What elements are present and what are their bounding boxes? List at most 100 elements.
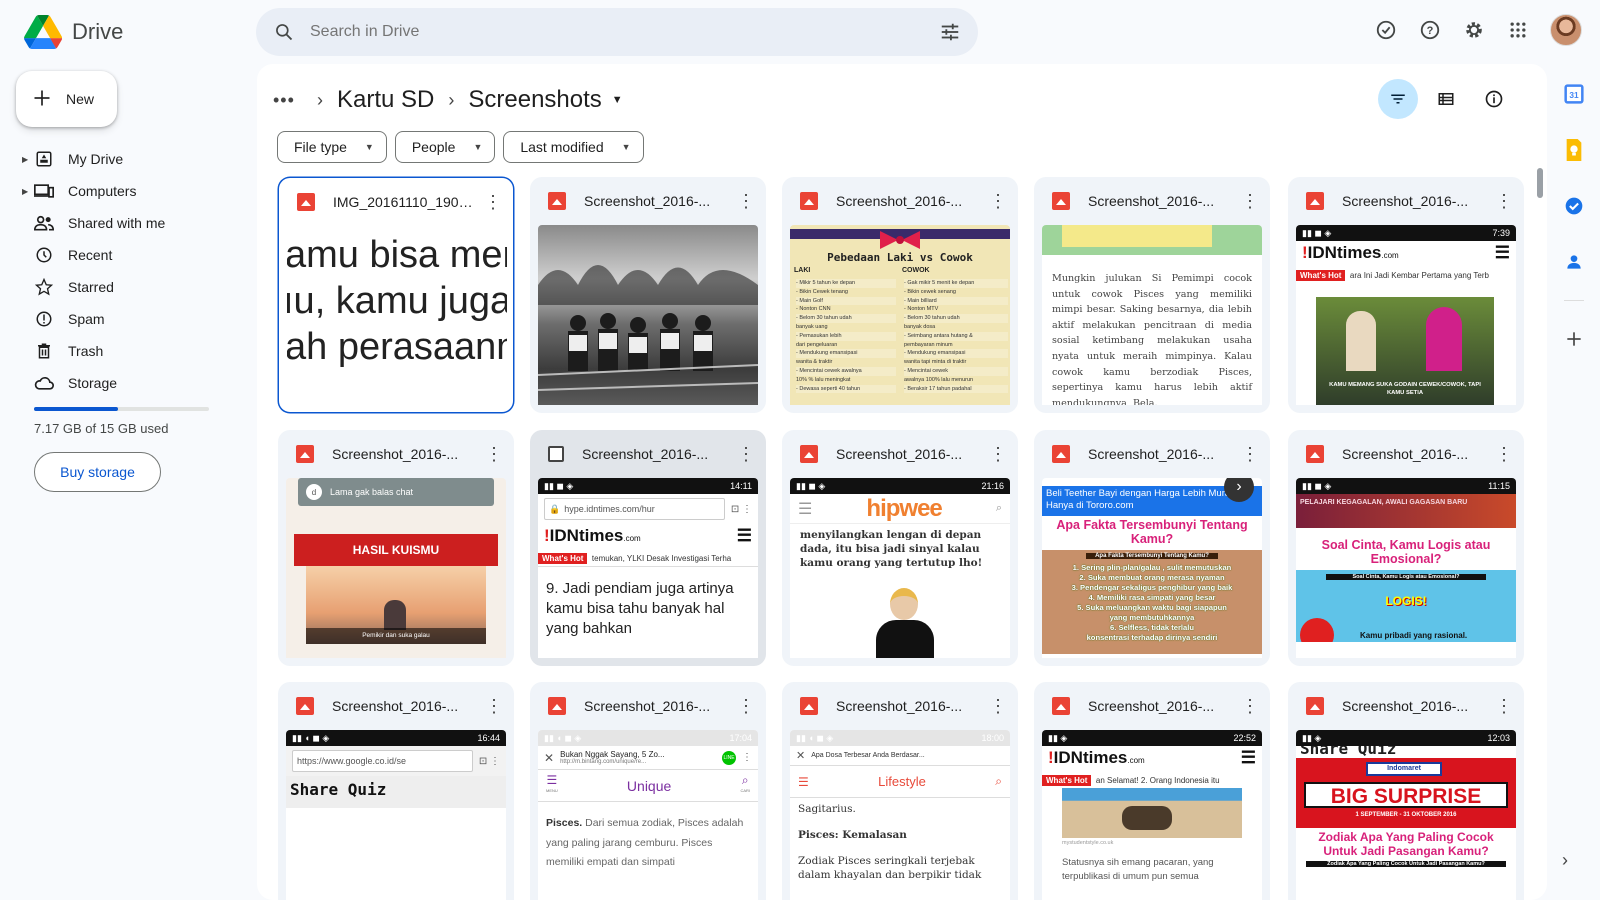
filter-file-type[interactable]: File type ▼ [277,131,387,163]
file-thumbnail: ▮▮ ◈ 12:03 Share Quiz Indomaret BIG SURPR… [1296,730,1516,900]
more-actions-icon[interactable]: ⋮ [1240,697,1260,715]
sidebar: ▶ My Drive ▶ Computers Shared with me Re… [0,143,240,399]
file-card[interactable]: Screenshot_2016-... ⋮ ▮▮ ◖ ◼ ◈ 18:00 ✕ Apa… [782,682,1018,900]
buy-storage-button[interactable]: Buy storage [34,452,161,492]
sidebar-item-storage[interactable]: Storage [0,367,240,399]
status-time: 17:04 [729,733,752,743]
more-actions-icon[interactable]: ⋮ [1494,192,1514,210]
list-row: pembayaran minum [904,341,953,348]
dropdown-arrow-icon: ▼ [621,142,631,152]
more-actions-icon[interactable]: ⋮ [1494,445,1514,463]
sidebar-item-my-drive[interactable]: ▶ My Drive [0,143,240,175]
storage-usage-bar [34,407,209,411]
spam-icon [34,309,54,329]
file-name: Screenshot_2016-... [836,446,963,462]
list-row: - Belom 30 tahun udah [796,314,896,323]
filter-last-modified[interactable]: Last modified ▼ [503,131,644,163]
ticker: temukan, YLKI Desak Investigasi Terha [591,554,732,563]
collapse-panel-chevron-icon[interactable]: › [1562,850,1568,871]
file-name: Screenshot_2016-... [836,698,963,714]
list-view-icon[interactable] [1426,79,1466,119]
sidebar-item-trash[interactable]: Trash [0,335,240,367]
file-card[interactable]: Screenshot_2016-... ⋮ Pebedaan Laki vs Co… [782,177,1018,413]
breadcrumb-parent[interactable]: Kartu SD [337,86,434,114]
list-row: - Mendukung emansipasi [904,349,1008,359]
breadcrumb-more-button[interactable]: ••• [273,90,303,111]
file-card[interactable]: Screenshot_2016-... ⋮ Beli Teether Bayi d… [1034,430,1270,666]
file-card[interactable]: Screenshot_2016-... ⋮ ▮▮ ◈ 12:03 Share Qui… [1288,682,1524,900]
search-input[interactable] [310,23,938,41]
caret-down-icon[interactable]: ▼ [612,94,623,106]
file-card-header: Screenshot_2016-... ⋮ [530,430,766,478]
keep-icon[interactable] [1556,132,1592,168]
filter-people[interactable]: People ▼ [394,131,496,163]
file-card[interactable]: Screenshot_2016-... ⋮ Mungkin julukan Si … [1034,177,1270,413]
details-info-icon[interactable] [1474,79,1514,119]
file-card-header: Screenshot_2016-... ⋮ [530,177,766,225]
file-card[interactable]: Screenshot_2016-... ⋮ ▮▮ ◼ ◈ 14:11 🔒 hype.i… [530,430,766,666]
file-card-header: Screenshot_2016-... ⋮ [1288,430,1524,478]
search-icon[interactable] [272,20,296,44]
sidebar-item-spam[interactable]: Spam [0,303,240,335]
file-card[interactable]: Screenshot_2016-... ⋮ ▮▮ ◼ ◈ 7:39 !IDNtime… [1288,177,1524,413]
file-card[interactable]: Screenshot_2016-... ⋮ ▮▮ ◈ 22:52 !IDNtimes… [1034,682,1270,900]
sidebar-item-starred[interactable]: Starred [0,271,240,303]
list-row: wanita & traktir [796,359,833,366]
file-thumbnail: ▮▮ ◼ ◈ 11:15 PELAJARI KEGAGALAN, AWALI GA… [1296,478,1516,658]
file-card[interactable]: IMG_20161110_1901... ⋮ amu bisa meng ıu, … [278,177,514,413]
drive-logo[interactable]: Drive [24,12,123,52]
settings-gear-icon[interactable] [1456,12,1492,48]
add-addon-icon[interactable] [1556,321,1592,357]
more-actions-icon[interactable]: ⋮ [988,445,1008,463]
image-file-icon [800,445,818,463]
help-icon[interactable]: ? [1412,12,1448,48]
list-row: - Belom 30 tahun udah [904,314,1008,323]
surprise-top: Share Quiz [1300,746,1397,758]
ready-for-offline-icon[interactable] [1368,12,1404,48]
sidebar-item-recent[interactable]: Recent [0,239,240,271]
file-card[interactable]: Screenshot_2016-... ⋮ d Lama gak balas ch… [278,430,514,666]
more-actions-icon[interactable]: ⋮ [736,445,756,463]
file-card-header: Screenshot_2016-... ⋮ [530,682,766,730]
idn-brand: IDNtimes [1053,748,1128,767]
more-actions-icon[interactable]: ⋮ [988,697,1008,715]
status-time: 12:03 [1487,733,1510,743]
expand-arrow-icon[interactable]: ▶ [22,155,28,164]
search-options-icon[interactable] [938,20,962,44]
sidebar-item-computers[interactable]: ▶ Computers [0,175,240,207]
table-col-left: LAKI [794,267,811,274]
select-checkbox[interactable] [548,446,564,462]
more-actions-icon[interactable]: ⋮ [1494,697,1514,715]
more-actions-icon[interactable]: ⋮ [988,192,1008,210]
more-actions-icon[interactable]: ⋮ [736,697,756,715]
file-card[interactable]: Screenshot_2016-... ⋮ [530,177,766,413]
more-actions-icon[interactable]: ⋮ [1240,445,1260,463]
idn-logo: !IDNtimes.com ☰ [1048,748,1256,767]
file-card[interactable]: Screenshot_2016-... ⋮ ▮▮ ◼ ◈ 21:16 ☰ hipwe… [782,430,1018,666]
svg-text:?: ? [1427,25,1434,37]
more-actions-icon[interactable]: ⋮ [736,192,756,210]
bow-icon [880,231,920,249]
sidebar-item-shared-with-me[interactable]: Shared with me [0,207,240,239]
scrollbar-thumb[interactable] [1537,168,1543,198]
contacts-icon[interactable] [1556,244,1592,280]
apps-grid-icon[interactable] [1500,12,1536,48]
photo-credit: mystudentstyle.co.uk [1062,840,1114,846]
expand-arrow-icon[interactable]: ▶ [22,187,28,196]
filter-icon[interactable] [1378,79,1418,119]
search-bar[interactable] [256,8,978,56]
calendar-icon[interactable]: 31 [1556,76,1592,112]
tasks-icon[interactable] [1556,188,1592,224]
more-actions-icon[interactable]: ⋮ [484,445,504,463]
phone-status-bar: ▮▮ ◖ ◼ ◈ 17:04 [538,730,758,746]
breadcrumb-current[interactable]: Screenshots [468,86,601,114]
file-card[interactable]: Screenshot_2016-... ⋮ ▮▮ ◖ ◼ ◈ 17:04 ✕ Buk… [530,682,766,900]
file-card-header: Screenshot_2016-... ⋮ [782,682,1018,730]
more-actions-icon[interactable]: ⋮ [484,697,504,715]
file-card[interactable]: Screenshot_2016-... ⋮ ▮▮ ◖ ◼ ◈ 16:44 https… [278,682,514,900]
new-button[interactable]: New [16,71,117,127]
file-card[interactable]: Screenshot_2016-... ⋮ ▮▮ ◼ ◈ 11:15 PELAJAR… [1288,430,1524,666]
more-actions-icon[interactable]: ⋮ [1240,192,1260,210]
more-actions-icon[interactable]: ⋮ [483,193,503,211]
account-avatar[interactable] [1550,14,1582,46]
